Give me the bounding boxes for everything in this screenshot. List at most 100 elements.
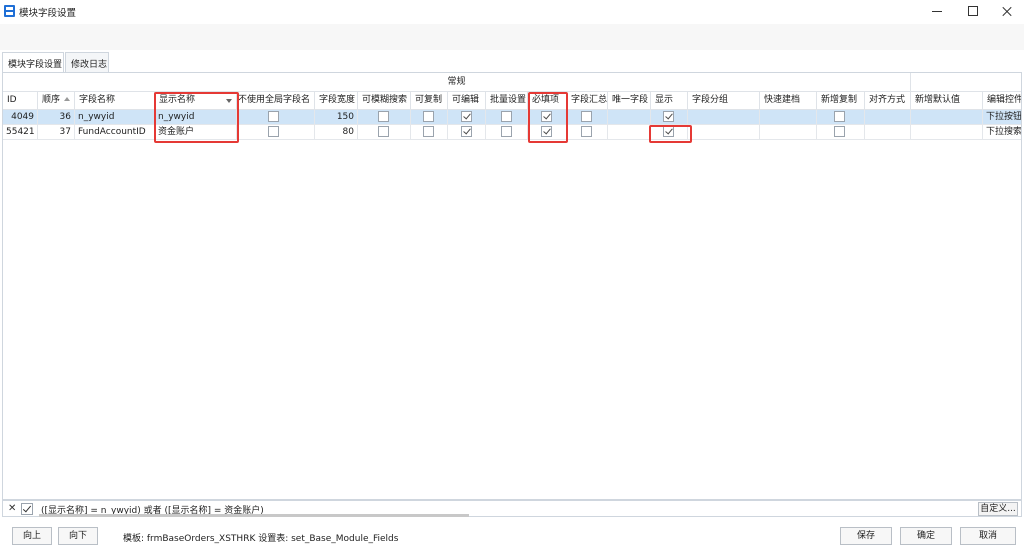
- cell-unique[interactable]: [608, 110, 651, 125]
- move-up-button[interactable]: 向上: [12, 527, 52, 545]
- checkbox-required[interactable]: [541, 126, 552, 137]
- checkbox-newcopy[interactable]: [834, 126, 845, 137]
- col-header-display[interactable]: 显示名称: [155, 92, 237, 110]
- tab-field-settings[interactable]: 模块字段设置: [2, 52, 64, 73]
- cell-sum[interactable]: [567, 110, 608, 125]
- close-icon[interactable]: ✕: [8, 503, 16, 514]
- cell-width[interactable]: 80: [315, 125, 358, 140]
- minimize-button[interactable]: [920, 0, 954, 22]
- col-header-copy[interactable]: 可复制: [411, 92, 448, 110]
- footer: 向上 向下 模板: frmBaseOrders_XSTHRK 设置表: set_…: [0, 520, 1024, 556]
- maximize-button[interactable]: [955, 0, 989, 22]
- cell-quick[interactable]: [760, 110, 817, 125]
- cell-group[interactable]: [688, 110, 760, 125]
- checkbox-sum[interactable]: [581, 126, 592, 137]
- checkbox-edit[interactable]: [461, 126, 472, 137]
- col-header-show[interactable]: 显示: [651, 92, 688, 110]
- cell-copy[interactable]: [411, 125, 448, 140]
- col-header-newcopy[interactable]: 新增复制: [817, 92, 865, 110]
- col-header-fuzzy[interactable]: 可模糊搜索: [358, 92, 411, 110]
- col-header-align[interactable]: 对齐方式: [865, 92, 911, 110]
- checkbox-batch[interactable]: [501, 126, 512, 137]
- cell-fuzzy[interactable]: [358, 110, 411, 125]
- cell-batch[interactable]: [486, 125, 528, 140]
- col-header-group[interactable]: 字段分组: [688, 92, 760, 110]
- cell-quick[interactable]: [760, 125, 817, 140]
- checkbox-edit[interactable]: [461, 111, 472, 122]
- filter-scrollbar[interactable]: [39, 514, 469, 517]
- cell-edit[interactable]: [448, 110, 486, 125]
- filter-bar: ✕ ([显示名称] = n_ywyid) 或者 ([显示名称] = 资金账户) …: [2, 500, 1022, 517]
- col-header-seq[interactable]: 顺序: [38, 92, 75, 110]
- cell-field[interactable]: FundAccountID: [75, 125, 155, 140]
- checkbox-batch[interactable]: [501, 111, 512, 122]
- cell-id[interactable]: 4049: [3, 110, 38, 125]
- tab-strip: 模块字段设置 修改日志: [0, 52, 1024, 73]
- cell-batch[interactable]: [486, 110, 528, 125]
- checkbox-fuzzy[interactable]: [378, 111, 389, 122]
- filter-enable-checkbox[interactable]: [21, 503, 33, 515]
- checkbox-show[interactable]: [663, 111, 674, 122]
- col-header-width[interactable]: 字段宽度: [315, 92, 358, 110]
- cell-editor[interactable]: 下拉按钮框: [983, 110, 1021, 125]
- cell-group[interactable]: [688, 125, 760, 140]
- filter-dropdown-icon[interactable]: [226, 99, 232, 103]
- checkbox-newcopy[interactable]: [834, 111, 845, 122]
- save-button[interactable]: 保存: [840, 527, 892, 545]
- cell-newcopy[interactable]: [817, 110, 865, 125]
- col-header-id[interactable]: ID: [3, 92, 38, 110]
- col-header-required[interactable]: 必填项: [528, 92, 567, 110]
- band-header-general: 常规: [3, 73, 911, 92]
- cell-align[interactable]: [865, 110, 911, 125]
- cell-required[interactable]: [528, 110, 567, 125]
- tab-change-log[interactable]: 修改日志: [65, 52, 109, 72]
- cancel-button[interactable]: 取消: [960, 527, 1016, 545]
- checkbox-no-global[interactable]: [268, 126, 279, 137]
- cell-id[interactable]: 55421: [3, 125, 38, 140]
- checkbox-no-global[interactable]: [268, 111, 279, 122]
- col-header-default[interactable]: 新增默认值: [911, 92, 983, 110]
- cell-required[interactable]: [528, 125, 567, 140]
- col-header-batch[interactable]: 批量设置: [486, 92, 528, 110]
- cell-show[interactable]: [651, 125, 688, 140]
- col-header-no-global[interactable]: 不使用全局字段名: [237, 92, 315, 110]
- col-header-editor[interactable]: 编辑控件: [983, 92, 1021, 110]
- checkbox-required[interactable]: [541, 111, 552, 122]
- cell-no-global[interactable]: [237, 125, 315, 140]
- cell-display[interactable]: 资金账户: [155, 125, 237, 140]
- title-bar: 模块字段设置: [0, 0, 1024, 24]
- col-header-sum[interactable]: 字段汇总: [567, 92, 608, 110]
- cell-field[interactable]: n_ywyid: [75, 110, 155, 125]
- cell-newcopy[interactable]: [817, 125, 865, 140]
- cell-display[interactable]: n_ywyid: [155, 110, 237, 125]
- cell-align[interactable]: [865, 125, 911, 140]
- checkbox-copy[interactable]: [423, 111, 434, 122]
- cell-editor[interactable]: 下拉搜索框: [983, 125, 1021, 140]
- cell-fuzzy[interactable]: [358, 125, 411, 140]
- cell-copy[interactable]: [411, 110, 448, 125]
- col-header-field[interactable]: 字段名称: [75, 92, 155, 110]
- checkbox-copy[interactable]: [423, 126, 434, 137]
- cell-default[interactable]: [911, 110, 983, 125]
- checkbox-fuzzy[interactable]: [378, 126, 389, 137]
- col-header-edit[interactable]: 可编辑: [448, 92, 486, 110]
- cell-show[interactable]: [651, 110, 688, 125]
- checkbox-sum[interactable]: [581, 111, 592, 122]
- band-header-other: [911, 73, 1021, 92]
- cell-seq[interactable]: 36: [38, 110, 75, 125]
- close-button[interactable]: [990, 0, 1024, 22]
- cell-default[interactable]: [911, 125, 983, 140]
- cell-sum[interactable]: [567, 125, 608, 140]
- cell-seq[interactable]: 37: [38, 125, 75, 140]
- cell-width[interactable]: 150: [315, 110, 358, 125]
- customize-filter-button[interactable]: 自定义...: [978, 502, 1018, 516]
- col-header-unique[interactable]: 唯一字段: [608, 92, 651, 110]
- cell-unique[interactable]: [608, 125, 651, 140]
- ok-button[interactable]: 确定: [900, 527, 952, 545]
- cell-no-global[interactable]: [237, 110, 315, 125]
- col-header-quick[interactable]: 快速建档: [760, 92, 817, 110]
- move-down-button[interactable]: 向下: [58, 527, 98, 545]
- cell-edit[interactable]: [448, 125, 486, 140]
- field-grid: 常规 ID 顺序 字段名称 显示名称 不使用全局字段名 字段宽度 可模糊搜索 可…: [2, 72, 1022, 500]
- checkbox-show[interactable]: [663, 126, 674, 137]
